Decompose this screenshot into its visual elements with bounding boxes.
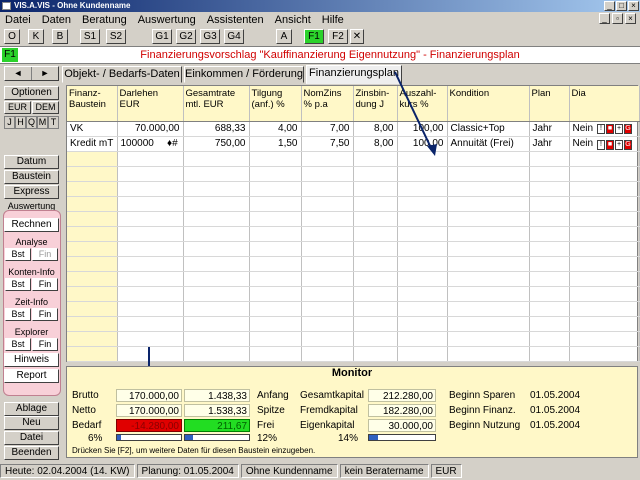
- beginn-sparen-value: 01.05.2004: [530, 390, 581, 401]
- beginn-finanz-label: Beginn Finanz.: [449, 405, 516, 416]
- status-bar: Heute: 02.04.2004 (14. KW) Planung: 01.0…: [0, 464, 640, 480]
- pct-14-label: 14%: [338, 433, 359, 444]
- monitor-hint: Drücken Sie [F2], um weitere Daten für d…: [72, 446, 316, 455]
- netto-label: Netto: [72, 405, 96, 416]
- netto-rate: 1.538,33: [184, 404, 250, 417]
- progress-14: [368, 434, 436, 441]
- arrowhead-1-icon: [427, 144, 437, 156]
- eigenkapital-value: 30.000,00: [368, 419, 436, 432]
- monitor-title: Monitor: [331, 367, 373, 379]
- pct-6-label: 6%: [88, 433, 103, 444]
- beginn-sparen-label: Beginn Sparen: [449, 390, 516, 401]
- brutto-rate: 1.438,33: [184, 389, 250, 402]
- spitze-label: Spitze: [257, 405, 285, 416]
- eigenkapital-label: Eigenkapital: [300, 420, 355, 431]
- gesamtkapital-label: Gesamtkapital: [300, 390, 364, 401]
- progress-rate: [184, 434, 250, 441]
- bedarf-rate: 211,67: [184, 419, 250, 432]
- frei-label: Frei: [257, 420, 275, 431]
- status-today: Heute: 02.04.2004 (14. KW): [0, 464, 135, 478]
- beginn-nutzung-label: Beginn Nutzung: [449, 420, 521, 431]
- netto-amount: 170.000,00: [116, 404, 182, 417]
- progress-6: [116, 434, 182, 441]
- progress-14-fill: [369, 435, 379, 440]
- fremdkapital-label: Fremdkapital: [300, 405, 358, 416]
- anfang-label: Anfang: [257, 390, 289, 401]
- status-advisor: kein Beratername: [339, 464, 429, 478]
- bedarf-label: Bedarf: [72, 420, 102, 431]
- status-customer: Ohne Kundenname: [240, 464, 338, 478]
- brutto-amount: 170.000,00: [116, 389, 182, 402]
- brutto-label: Brutto: [72, 390, 99, 401]
- arrow-line-1: [394, 71, 433, 151]
- gesamtkapital-value: 212.280,00: [368, 389, 436, 402]
- pct-12-label: 12%: [257, 433, 278, 444]
- status-currency: EUR: [430, 464, 462, 478]
- beginn-finanz-value: 01.05.2004: [530, 405, 581, 416]
- progress-rate-fill: [185, 435, 193, 440]
- beginn-nutzung-value: 01.05.2004: [530, 420, 581, 431]
- fremdkapital-value: 182.280,00: [368, 404, 436, 417]
- bedarf-amount: -14.280,00: [116, 419, 182, 432]
- progress-6-fill: [117, 435, 121, 440]
- status-planung: Planung: 01.05.2004: [136, 464, 239, 478]
